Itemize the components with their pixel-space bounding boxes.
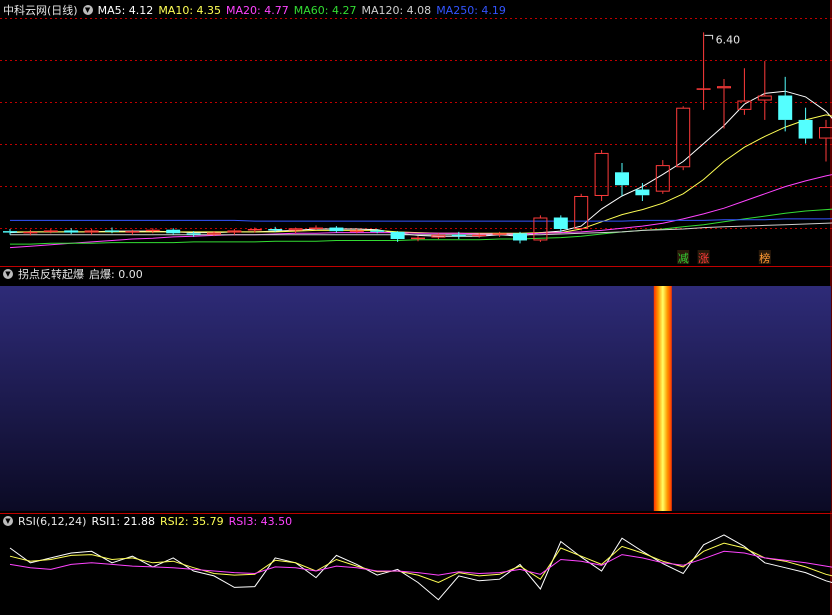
candle-body [819, 127, 832, 139]
candle [676, 106, 691, 171]
candle-body [798, 119, 813, 139]
signal-bar [653, 286, 672, 511]
candle [553, 215, 568, 232]
candle-body [696, 88, 711, 90]
candle [574, 193, 589, 231]
candle [288, 227, 303, 234]
ma-line-ma10 [10, 114, 832, 234]
candle-body [411, 237, 425, 240]
candle-body [635, 189, 650, 196]
candle-body [349, 230, 364, 232]
candle-body [757, 95, 772, 101]
candle [513, 231, 527, 244]
candle-body [492, 233, 507, 235]
candle [329, 226, 344, 233]
candle-body [451, 234, 466, 237]
candle-body [207, 232, 221, 235]
candle-body [186, 233, 201, 235]
candle-body [737, 100, 752, 110]
candle [125, 229, 140, 235]
candle-body [64, 230, 79, 233]
signal-panel-toggle-icon[interactable]: ▼ [3, 269, 13, 279]
rsi-panel-toggle-icon[interactable]: ▼ [3, 516, 13, 526]
candle-body [43, 230, 58, 232]
candle [84, 228, 99, 235]
rsi-legend: ▼ RSI(6,12,24) RSI1: 21.88 RSI2: 35.79 RSI3:… [0, 514, 297, 530]
candle [819, 119, 832, 162]
signal-panel-background [0, 286, 831, 511]
candle [757, 61, 772, 120]
legend-ma20: MA20: 4.77 [226, 4, 289, 17]
candle-body [390, 231, 405, 240]
legend-rsi3: RSI3: 43.50 [228, 515, 293, 528]
legend-ma5: MA5: 4.12 [97, 4, 154, 17]
candle-body [778, 95, 793, 120]
rsi-line-rsi3 [9, 550, 832, 576]
candle-body [23, 231, 38, 234]
annotation-label-1: 涨 [698, 252, 709, 265]
candle [737, 68, 752, 115]
rsi-legend-items: RSI1: 21.88 RSI2: 35.79 RSI3: 43.50 [91, 515, 297, 528]
high-marker-arrow [704, 34, 714, 40]
candle [696, 32, 711, 110]
candle-body [268, 228, 283, 231]
candle-body [288, 228, 303, 231]
signal-legend: ▼ 拐点反转起爆 启爆: 0.00 [0, 267, 148, 283]
candle-body [125, 231, 140, 233]
candle-body [3, 231, 17, 233]
ma-legend-items: MA5: 4.12 MA10: 4.35 MA20: 4.77 MA60: 4.27 M… [98, 4, 511, 17]
candle [778, 76, 793, 132]
rsi-line-rsi1 [9, 534, 832, 601]
candle-body [655, 165, 670, 192]
candle [492, 231, 507, 237]
rsi-plot [9, 534, 832, 601]
candle-body [472, 234, 487, 237]
candle-body [247, 228, 262, 231]
candle [798, 107, 813, 144]
ma-line-ma20 [9, 174, 832, 249]
candle-body [145, 229, 160, 232]
candle-body [309, 227, 323, 230]
legend-ma250: MA250: 4.19 [436, 4, 506, 17]
legend-rsi2: RSI2: 35.79 [160, 515, 224, 528]
candle [594, 150, 609, 201]
ma-line-ma250 [10, 218, 832, 222]
candle-body [717, 86, 731, 89]
price-panel-title: 中科云网(日线) [3, 4, 78, 17]
candle-body [574, 195, 589, 229]
candle-body [615, 172, 629, 186]
candle-body [513, 233, 527, 241]
candle [166, 228, 181, 235]
legend-rsi1: RSI1: 21.88 [91, 515, 156, 528]
candle [43, 228, 58, 234]
candle-body [553, 217, 568, 229]
candle-body [166, 229, 181, 234]
legend-ma120: MA120: 4.08 [361, 4, 432, 17]
signal-value-label: 启爆: 0.00 [89, 268, 143, 281]
legend-ma10: MA10: 4.35 [158, 4, 222, 17]
rsi-panel-title: RSI(6,12,24) [18, 515, 87, 528]
rsi-line-rsi2 [9, 542, 832, 584]
legend-ma60: MA60: 4.27 [293, 4, 357, 17]
candle [64, 228, 79, 235]
candle-body [594, 152, 609, 196]
high-marker-label: 6.40 [716, 33, 741, 46]
annotation-label-2: 榜 [759, 251, 770, 265]
candle [615, 162, 629, 196]
candle-body [105, 230, 119, 232]
signal-panel-title: 拐点反转起爆 [18, 268, 84, 281]
price-plot: 6.40 减涨 榜 [3, 32, 832, 265]
price-legend: 中科云网(日线) ▼ MA5: 4.12 MA10: 4.35 MA20: 4.77 MA… [0, 3, 511, 19]
candle [3, 228, 17, 235]
candle-body [370, 230, 385, 232]
candle-body [329, 227, 344, 232]
candle [145, 228, 160, 234]
ma-line-ma5 [9, 90, 832, 237]
annotation-label-0: 减 [678, 252, 689, 265]
signal-plot [0, 286, 831, 511]
candle [227, 228, 242, 235]
price-panel-toggle-icon[interactable]: ▼ [82, 5, 93, 15]
candle [635, 183, 650, 201]
